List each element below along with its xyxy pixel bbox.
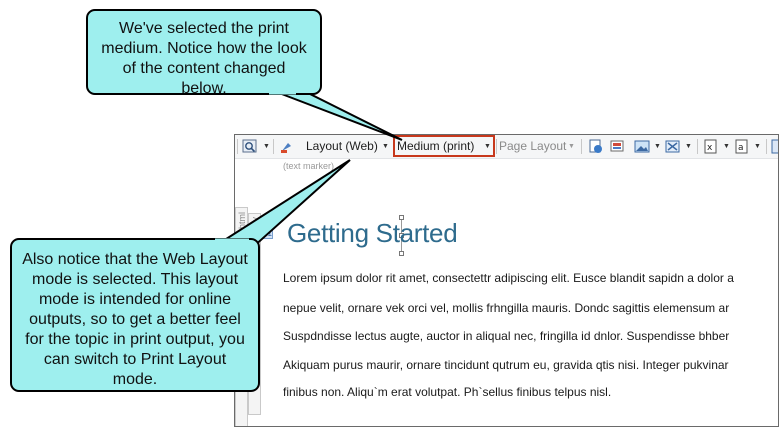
callout-seams bbox=[215, 89, 296, 244]
